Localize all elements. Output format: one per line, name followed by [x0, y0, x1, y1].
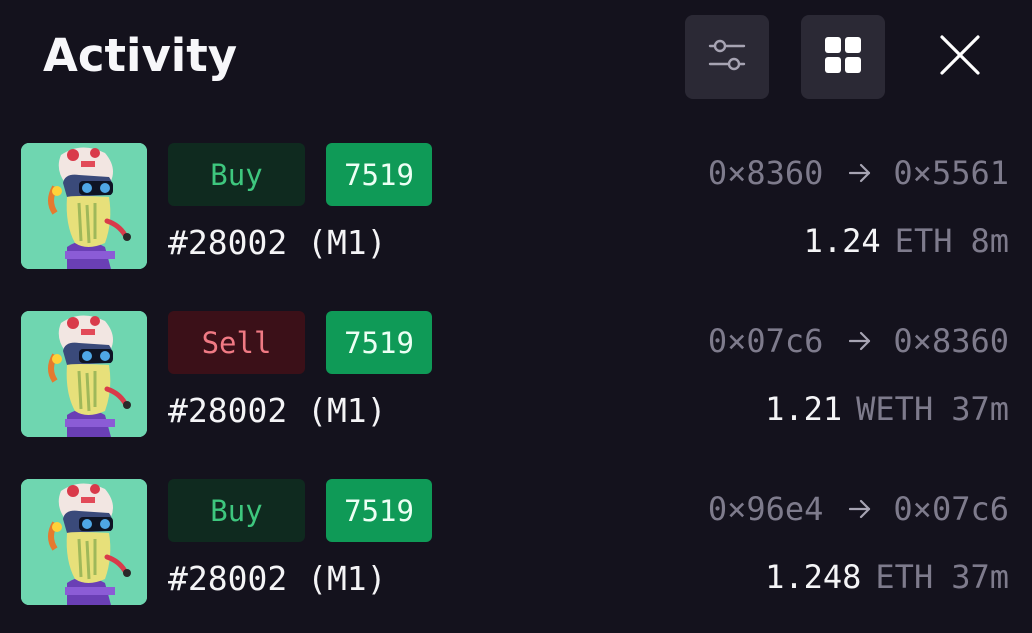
to-address[interactable]: 0×5561: [893, 151, 1009, 195]
time-ago: 37m: [951, 390, 1009, 428]
activity-type-badge: Buy: [168, 143, 305, 206]
page-title: Activity: [43, 29, 238, 82]
time-ago: 8m: [970, 222, 1009, 260]
transfer-addresses: 0×8360 0×5561: [708, 151, 1009, 195]
activity-type-badge: Sell: [168, 311, 305, 374]
price-amount: 1.248: [765, 558, 862, 596]
price: 1.24 ETH 8m: [804, 219, 1009, 263]
nft-thumbnail: [21, 143, 147, 269]
from-address[interactable]: 0×07c6: [708, 319, 824, 363]
token-id-badge: 7519: [326, 479, 432, 542]
close-icon: [939, 34, 981, 80]
price-currency: WETH: [856, 390, 934, 428]
transfer-addresses: 0×96e4 0×07c6: [708, 487, 1009, 531]
price-amount: 1.24: [803, 222, 881, 260]
transfer-addresses: 0×07c6 0×8360: [708, 319, 1009, 363]
activity-type-badge: Buy: [168, 479, 305, 542]
item-name[interactable]: #28002 (M1): [168, 389, 387, 433]
token-id-badge: 7519: [326, 143, 432, 206]
filter-button[interactable]: [685, 15, 769, 99]
to-address[interactable]: 0×8360: [893, 319, 1009, 363]
price-amount: 1.21: [765, 390, 843, 428]
from-address[interactable]: 0×8360: [708, 151, 824, 195]
activity-panel: Activity Buy 7519 #28002 (M1) 0×8360 0×5…: [0, 0, 1032, 633]
activity-header: Activity: [0, 0, 1032, 120]
to-address[interactable]: 0×07c6: [893, 487, 1009, 531]
nft-thumbnail: [21, 311, 147, 437]
sliders-icon: [707, 35, 747, 79]
arrow-right-icon: [849, 331, 871, 351]
item-name[interactable]: #28002 (M1): [168, 221, 387, 265]
price: 1.248 ETH 37m: [765, 555, 1009, 599]
nft-thumbnail: [21, 479, 147, 605]
from-address[interactable]: 0×96e4: [708, 487, 824, 531]
item-name[interactable]: #28002 (M1): [168, 557, 387, 601]
grid-icon: [823, 35, 863, 79]
token-id-badge: 7519: [326, 311, 432, 374]
close-button[interactable]: [918, 15, 1002, 99]
price-currency: ETH: [875, 558, 934, 596]
price: 1.21 WETH 37m: [765, 387, 1009, 431]
time-ago: 37m: [951, 558, 1009, 596]
grid-view-button[interactable]: [801, 15, 885, 99]
arrow-right-icon: [849, 499, 871, 519]
activity-row[interactable]: Buy 7519 #28002 (M1) 0×96e4 0×07c6 1.248…: [0, 479, 1032, 607]
activity-row[interactable]: Buy 7519 #28002 (M1) 0×8360 0×5561 1.24 …: [0, 143, 1032, 271]
activity-row[interactable]: Sell 7519 #28002 (M1) 0×07c6 0×8360 1.21…: [0, 311, 1032, 439]
price-currency: ETH: [894, 222, 953, 260]
arrow-right-icon: [849, 163, 871, 183]
